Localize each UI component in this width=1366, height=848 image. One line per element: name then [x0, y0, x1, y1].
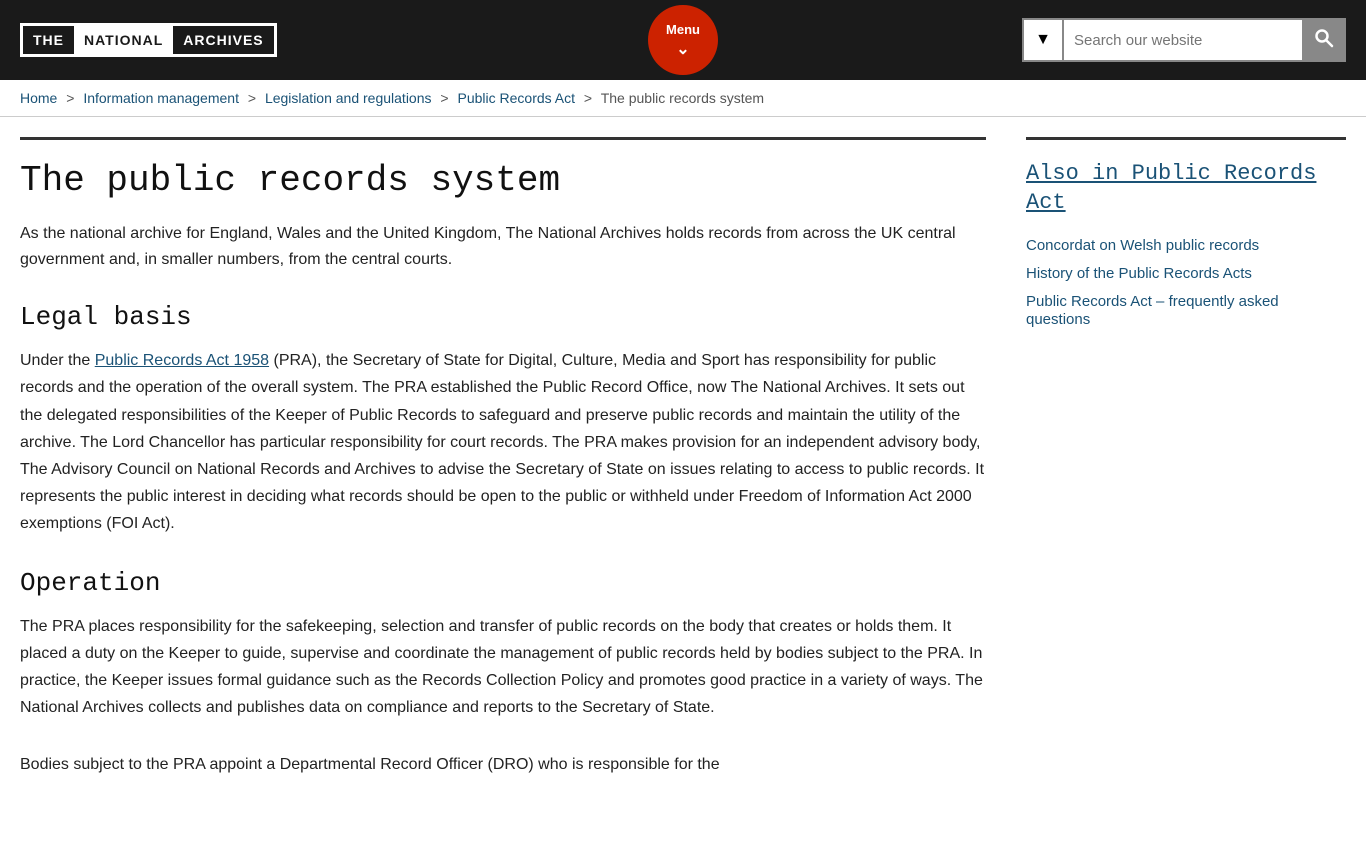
sidebar: Also in Public Records Act Concordat on … [1026, 137, 1346, 808]
sidebar-title[interactable]: Also in Public Records Act [1026, 160, 1346, 217]
breadcrumb-information-management[interactable]: Information management [83, 90, 239, 106]
breadcrumb-current: The public records system [601, 90, 764, 106]
legal-basis-paragraph: Under the Public Records Act 1958 (PRA),… [20, 347, 986, 537]
section-heading-legal: Legal basis [20, 302, 986, 332]
logo-national: NATIONAL [74, 26, 173, 54]
operation-paragraph: The PRA places responsibility for the sa… [20, 613, 986, 722]
breadcrumb: Home > Information management > Legislat… [0, 80, 1366, 117]
bodies-paragraph: Bodies subject to the PRA appoint a Depa… [20, 751, 986, 778]
search-dropdown-button[interactable]: ▼ [1022, 18, 1062, 62]
search-input[interactable] [1062, 18, 1302, 62]
section-heading-operation: Operation [20, 568, 986, 598]
chevron-down-icon: ⌄ [676, 39, 689, 59]
sidebar-link-concordat[interactable]: Concordat on Welsh public records [1026, 237, 1259, 254]
sidebar-link-faq[interactable]: Public Records Act – frequently asked qu… [1026, 293, 1279, 328]
sidebar-link-item: Concordat on Welsh public records [1026, 237, 1346, 255]
breadcrumb-legislation[interactable]: Legislation and regulations [265, 90, 432, 106]
breadcrumb-public-records-act[interactable]: Public Records Act [457, 90, 575, 106]
main-container: The public records system As the nationa… [0, 117, 1366, 848]
search-icon [1314, 28, 1334, 53]
search-submit-button[interactable] [1302, 18, 1346, 62]
menu-button[interactable]: Menu ⌄ [648, 5, 718, 75]
breadcrumb-home[interactable]: Home [20, 90, 57, 106]
menu-label: Menu [666, 22, 700, 37]
legal-text-after: (PRA), the Secretary of State for Digita… [20, 352, 984, 532]
legal-text-before: Under the [20, 352, 95, 369]
public-records-act-link[interactable]: Public Records Act 1958 [95, 352, 269, 369]
page-title: The public records system [20, 160, 986, 201]
logo-the: THE [23, 26, 74, 54]
sidebar-link-item: Public Records Act – frequently asked qu… [1026, 293, 1346, 329]
sidebar-links-list: Concordat on Welsh public records Histor… [1026, 237, 1346, 329]
chevron-down-icon: ▼ [1035, 31, 1051, 49]
intro-paragraph: As the national archive for England, Wal… [20, 221, 986, 272]
site-logo[interactable]: THE NATIONAL ARCHIVES [20, 23, 277, 57]
logo-archives: ARCHIVES [173, 26, 273, 54]
search-area: ▼ [1022, 18, 1346, 62]
site-header: THE NATIONAL ARCHIVES Menu ⌄ ▼ [0, 0, 1366, 80]
sidebar-link-history[interactable]: History of the Public Records Acts [1026, 265, 1252, 282]
main-content: The public records system As the nationa… [20, 137, 986, 808]
sidebar-link-item: History of the Public Records Acts [1026, 265, 1346, 283]
